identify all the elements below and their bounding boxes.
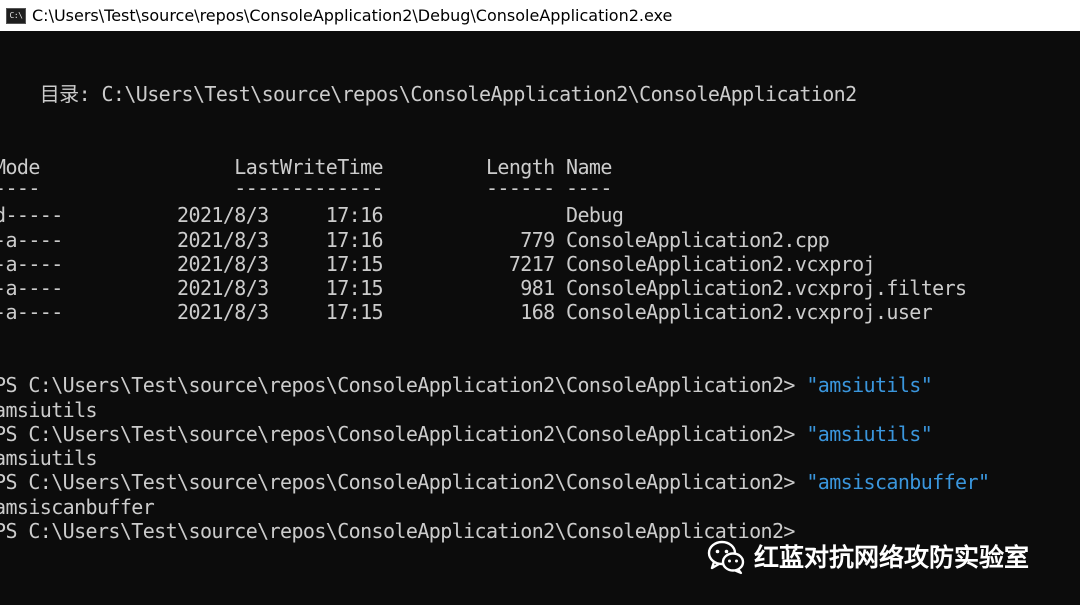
prompt: PS C:\Users\Test\source\repos\ConsoleApp… [0,470,807,494]
command-line: PS C:\Users\Test\source\repos\ConsoleApp… [0,470,990,494]
wechat-icon [707,540,745,575]
prompt: PS C:\Users\Test\source\repos\ConsoleApp… [0,422,807,446]
title-bar[interactable]: C:\ C:\Users\Test\source\repos\ConsoleAp… [0,0,1080,31]
command-input: "amsiutils" [806,422,933,446]
listing-header-underline: ---- ------------- ------ ---- [0,176,612,200]
command-input: "amsiscanbuffer" [806,470,990,494]
watermark: 红蓝对抗网络攻防实验室 [706,536,1029,576]
prompt: PS C:\Users\Test\source\repos\ConsoleApp… [0,373,807,397]
listing-row: -a---- 2021/8/3 17:16 779 ConsoleApplica… [0,228,830,252]
command-input: "amsiutils" [806,373,933,397]
command-output: amsiutils [0,398,98,422]
command-line: PS C:\Users\Test\source\repos\ConsoleApp… [0,373,933,397]
listing-row: -a---- 2021/8/3 17:15 7217 ConsoleApplic… [0,252,876,276]
command-output: amsiutils [0,446,98,470]
listing-row: -a---- 2021/8/3 17:15 168 ConsoleApplica… [0,300,933,324]
watermark-text: 红蓝对抗网络攻防实验室 [754,543,1030,572]
command-line: PS C:\Users\Test\source\repos\ConsoleApp… [0,422,933,446]
listing-row: -a---- 2021/8/3 17:15 981 ConsoleApplica… [0,276,967,300]
listing-row: d----- 2021/8/3 17:16 Debug [0,203,624,227]
command-output: amsiscanbuffer [0,495,155,519]
window-title: C:\Users\Test\source\repos\ConsoleApplic… [32,6,673,25]
console-app-icon: C:\ [6,7,26,24]
console-window: C:\ C:\Users\Test\source\repos\ConsoleAp… [0,0,1080,605]
directory-line: 目录: C:\Users\Test\source\repos\ConsoleAp… [0,82,857,106]
final-prompt[interactable]: PS C:\Users\Test\source\repos\ConsoleApp… [0,519,795,543]
